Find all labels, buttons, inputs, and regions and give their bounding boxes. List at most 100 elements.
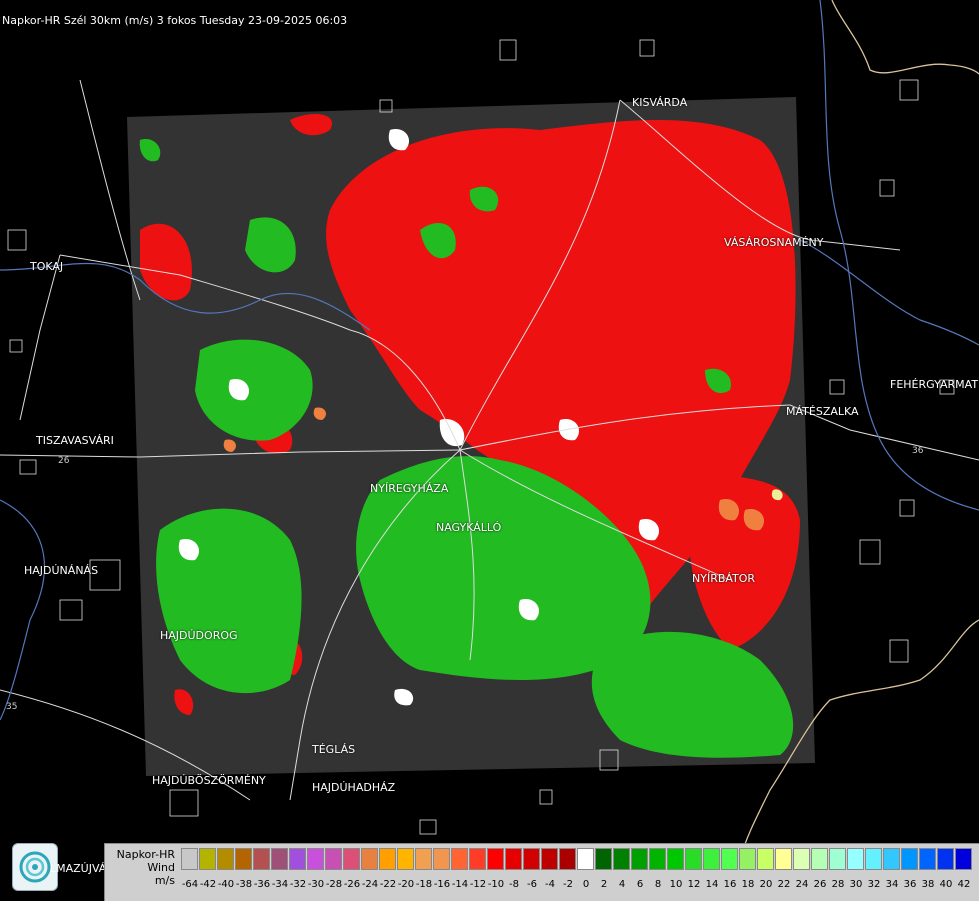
legend-tick-label: 2 [600, 879, 608, 890]
legend-swatch [739, 848, 756, 870]
legend-swatch [343, 848, 360, 870]
legend-tick-label: -2 [563, 879, 573, 890]
city-label-hajdudorog: HAJDÚDOROG [160, 629, 238, 642]
legend-swatch [613, 848, 630, 870]
legend-swatch [865, 848, 882, 870]
city-label-nagykallo: NAGYKÁLLÓ [436, 521, 502, 534]
legend-ticks: -64 -42 -40 -38 -36 -34 -32 -30 -28 -26 -24 -22 -20-… [181, 879, 973, 891]
city-label-hajduboszormeny: HAJDÚBÖSZÖRMÉNY [152, 774, 266, 787]
legend-swatch [811, 848, 828, 870]
city-label-nyiregyhaza: NYÍREGYHÁZA [370, 482, 449, 495]
legend-swatch [325, 848, 342, 870]
legend-swatch [523, 848, 540, 870]
legend-tick-label: 28 [831, 879, 845, 890]
legend-tick-label: -14 [451, 879, 469, 890]
legend-tick-label: -38 [235, 879, 253, 890]
legend-label: Napkor-HR Wind m/s [109, 848, 175, 887]
legend-tick-label: -22 [379, 879, 397, 890]
legend-tick-label: 38 [921, 879, 935, 890]
legend-swatch [217, 848, 234, 870]
legend-swatch [775, 848, 792, 870]
legend-tick-label: -28 [325, 879, 343, 890]
city-label-mateszalka: MÁTÉSZALKA [786, 405, 859, 418]
legend-swatch [361, 848, 378, 870]
legend-tick-label: 42 [957, 879, 971, 890]
legend-swatch [793, 848, 810, 870]
city-label-hajduhadhaz: HAJDÚHADHÁZ [312, 781, 396, 794]
legend-tick-label: -36 [253, 879, 271, 890]
legend-swatch [559, 848, 576, 870]
legend-swatch [253, 848, 270, 870]
legend-swatch [469, 848, 486, 870]
legend-swatch [379, 848, 396, 870]
legend-tick-label: -24 [361, 879, 379, 890]
legend-swatch [685, 848, 702, 870]
legend-tick-label: 22 [777, 879, 791, 890]
legend-label-line: m/s [154, 874, 175, 887]
legend-tick-label: -18 [415, 879, 433, 890]
legend-tick-label: -10 [487, 879, 505, 890]
legend-swatch [181, 848, 198, 870]
city-label-vasarosnameny: VÁSÁROSNAMÉNY [724, 236, 824, 249]
city-label-kisvarda: KISVÁRDA [632, 96, 688, 109]
legend-swatch [235, 848, 252, 870]
legend-swatch [847, 848, 864, 870]
legend-tick-label: -8 [509, 879, 519, 890]
legend-swatch [541, 848, 558, 870]
legend-tick-label: -16 [433, 879, 451, 890]
legend-tick-label: -6 [527, 879, 537, 890]
legend-tick-label: -64 [181, 879, 199, 890]
city-label-hajdunanas: HAJDÚNÁNÁS [24, 564, 99, 577]
legend-swatch [397, 848, 414, 870]
legend-tick-label: 12 [687, 879, 701, 890]
city-label-tokaj: TOKAJ [30, 260, 64, 273]
legend-tick-label: 14 [705, 879, 719, 890]
legend-swatch [505, 848, 522, 870]
legend-tick-label: -42 [199, 879, 217, 890]
legend-swatch [919, 848, 936, 870]
legend-swatch [829, 848, 846, 870]
legend-swatch [307, 848, 324, 870]
legend-tick-label: 32 [867, 879, 881, 890]
legend-swatch [883, 848, 900, 870]
legend-tick-label: -32 [289, 879, 307, 890]
legend-swatch [757, 848, 774, 870]
legend-tick-label: 26 [813, 879, 827, 890]
city-label-teglas: TÉGLÁS [312, 743, 356, 756]
legend-tick-label: -40 [217, 879, 235, 890]
city-label-fehergyarmat: FEHÉRGYARMAT [890, 378, 979, 391]
legend-tick-label: 30 [849, 879, 863, 890]
legend-swatch [415, 848, 432, 870]
legend-tick-label: 34 [885, 879, 899, 890]
legend-swatch [631, 848, 648, 870]
legend-tick-label: -34 [271, 879, 289, 890]
legend-tick-label: 6 [636, 879, 644, 890]
legend-swatch [901, 848, 918, 870]
legend-tick-label: 20 [759, 879, 773, 890]
city-label-tiszavasvari: TISZAVASVÁRI [36, 434, 114, 447]
legend-swatch [667, 848, 684, 870]
legend-swatch [937, 848, 954, 870]
legend-swatch [487, 848, 504, 870]
legend-tick-label: 24 [795, 879, 809, 890]
legend-label-line: Wind [147, 861, 175, 874]
legend-swatch [199, 848, 216, 870]
legend-swatch [451, 848, 468, 870]
color-legend: Napkor-HR Wind m/s -64 -42 -40 -38 -36 -34 -32… [104, 843, 979, 901]
legend-label-line: Napkor-HR [116, 848, 175, 861]
legend-swatch [595, 848, 612, 870]
legend-tick-label: -4 [545, 879, 555, 890]
legend-tick-label: 36 [903, 879, 917, 890]
legend-swatches [181, 848, 973, 870]
legend-swatch [721, 848, 738, 870]
legend-tick-label: -26 [343, 879, 361, 890]
legend-swatch [433, 848, 450, 870]
legend-tick-label: 8 [654, 879, 662, 890]
legend-swatch [577, 848, 594, 870]
legend-swatch [271, 848, 288, 870]
legend-tick-label: -12 [469, 879, 487, 890]
legend-swatch [289, 848, 306, 870]
legend-swatch [703, 848, 720, 870]
road-number-35: 35 [6, 702, 18, 712]
legend-tick-label: -20 [397, 879, 415, 890]
